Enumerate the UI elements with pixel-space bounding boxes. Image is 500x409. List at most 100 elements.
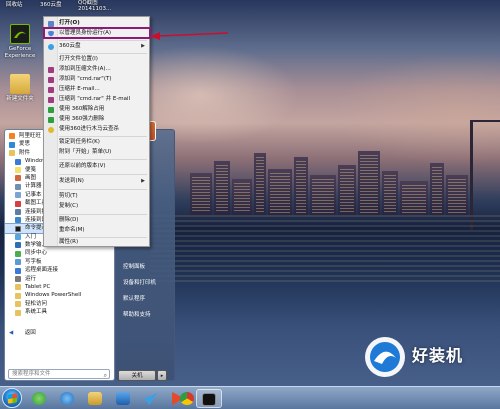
cm-compress-cmd-email[interactable]: 压缩到 "cmd.rar" 并 E-mail — [44, 95, 149, 104]
program-label: 附件 — [19, 149, 31, 156]
cm-360-unlock[interactable]: 使用 360解除占用 — [44, 105, 149, 114]
annotation-arrow-icon — [150, 32, 229, 40]
folder-icon — [9, 150, 15, 157]
program-icon — [15, 200, 21, 207]
taskbar-network[interactable] — [112, 389, 134, 408]
windows-logo-icon — [8, 393, 17, 404]
program-icon — [15, 217, 21, 224]
cm-add-to-cmd-rar[interactable]: 添加到 "cmd.rar"(T) — [44, 75, 149, 84]
start-button[interactable] — [2, 388, 22, 408]
program-icon — [15, 158, 21, 165]
cm-label: 压缩并 E-mail... — [59, 86, 100, 92]
program-item[interactable]: 同步中心 — [5, 249, 114, 257]
cm-360cloud[interactable]: 360云盘 ▶ — [44, 42, 149, 51]
cm-label: 锁定到任务栏(K) — [59, 139, 100, 145]
taskbar-bird-app[interactable] — [140, 389, 162, 408]
program-label: 计算器 — [25, 183, 42, 190]
back-arrow-icon: ◀ — [9, 330, 14, 336]
program-label: 便笺 — [25, 166, 37, 173]
winrar-icon — [48, 86, 54, 93]
program-label: 入门 — [25, 233, 37, 240]
taskbar-explorer[interactable] — [84, 389, 106, 408]
cm-separator — [59, 136, 147, 137]
program-item[interactable]: 轻松访问 — [5, 300, 114, 308]
cm-label: 重命名(M) — [59, 227, 85, 233]
back-label: 返回 — [24, 330, 36, 336]
cm-label: 打开(O) — [59, 20, 80, 26]
program-icon — [15, 175, 21, 182]
program-icon — [15, 259, 21, 266]
search-input[interactable]: 搜索程序和文件 ⌕ — [8, 369, 110, 379]
bridge-silhouette — [470, 120, 500, 230]
cm-360-force-delete[interactable]: 使用 360强力删除 — [44, 115, 149, 124]
cm-cut[interactable]: 剪切(T) — [44, 192, 149, 201]
360-icon — [48, 116, 54, 123]
folder-icon — [88, 392, 102, 405]
cm-pin-to-taskbar[interactable]: 锁定到任务栏(K) — [44, 138, 149, 147]
program-item[interactable]: 写字板 — [5, 258, 114, 266]
folder-icon — [15, 301, 21, 308]
program-item[interactable]: 运行 — [5, 275, 114, 283]
cm-label: 属性(R) — [59, 239, 79, 245]
cm-compress-email[interactable]: 压缩并 E-mail... — [44, 85, 149, 94]
cm-separator — [59, 189, 147, 190]
control-panel-link[interactable]: 控制面板 — [123, 262, 145, 270]
taskbar-chrome[interactable] — [176, 389, 198, 408]
cm-label: 添加到 "cmd.rar"(T) — [59, 76, 112, 82]
shutdown-button[interactable]: 关机 — [118, 370, 156, 381]
desktop-icon-geforce[interactable]: GeForce Experience — [1, 24, 39, 60]
cm-open-file-location[interactable]: 打开文件位置(I) — [44, 55, 149, 64]
help-support-link[interactable]: 帮助和支持 — [123, 310, 151, 318]
default-programs-link[interactable]: 默认程序 — [123, 294, 145, 302]
program-item[interactable]: 远程桌面连接 — [5, 266, 114, 274]
cm-360-cloud-scan[interactable]: 使用360进行木马云查杀 — [44, 125, 149, 134]
folder-icon — [15, 292, 21, 299]
program-label: Tablet PC — [25, 284, 51, 291]
back-button[interactable]: ◀ 返回 — [9, 328, 109, 338]
cm-pin-to-start[interactable]: 附到「开始」菜单(U) — [44, 148, 149, 157]
program-icon — [15, 192, 21, 199]
desktop-label-360cloud[interactable]: 360云盘 — [40, 0, 62, 8]
cm-delete[interactable]: 删除(D) — [44, 216, 149, 225]
devices-printers-link[interactable]: 设备和打印机 — [123, 278, 156, 286]
taskbar-cmd-window[interactable] — [196, 389, 222, 408]
taskbar-ie[interactable] — [56, 389, 78, 408]
program-label: 阿里旺旺 — [19, 133, 42, 139]
desktop-label-qq-screenshot[interactable]: QQ截图20141103... — [78, 0, 111, 12]
cm-restore-previous[interactable]: 还原以前的版本(V) — [44, 162, 149, 171]
run-as-admin-highlight-box — [43, 27, 151, 39]
program-item[interactable]: Windows PowerShell — [5, 291, 114, 299]
chevron-right-icon: ▶ — [141, 178, 145, 184]
program-item[interactable]: Tablet PC — [5, 283, 114, 291]
program-label: 记事本 — [25, 191, 42, 198]
cm-label: 打开文件位置(I) — [59, 56, 98, 62]
cm-label: 剪切(T) — [59, 193, 78, 199]
desktop-label-recycle[interactable]: 回收站 — [6, 0, 23, 8]
cm-add-to-archive[interactable]: 添加到压缩文件(A)... — [44, 65, 149, 74]
cmd-icon — [202, 393, 216, 406]
water-reflection — [150, 215, 500, 285]
program-icon — [15, 183, 21, 190]
context-menu: 打开(O) 以管理员身份运行(A) 360云盘 ▶ 打开文件位置(I) 添加到压缩… — [43, 16, 150, 247]
folder-icon — [10, 74, 30, 94]
desktop-icon-new-folder[interactable]: 新建文件夹 — [1, 74, 39, 103]
cm-label: 发送到(N) — [59, 178, 84, 184]
folder-icon — [15, 309, 21, 316]
ie-icon — [60, 392, 74, 405]
cm-send-to[interactable]: 发送到(N) ▶ — [44, 177, 149, 186]
360-browser-icon — [32, 392, 46, 405]
winrar-icon — [48, 96, 54, 103]
taskbar-360-browser[interactable] — [28, 389, 50, 408]
cm-copy[interactable]: 复制(C) — [44, 202, 149, 211]
cm-label: 使用 360强力删除 — [59, 116, 105, 122]
winrar-icon — [48, 76, 54, 83]
watermark-logo-icon — [365, 337, 405, 377]
program-item[interactable]: 系统工具 — [5, 308, 114, 316]
program-label: 运行 — [25, 275, 37, 282]
360-icon — [48, 106, 54, 113]
shutdown-options-button[interactable]: ▸ — [157, 370, 167, 381]
cm-label: 删除(D) — [59, 217, 79, 223]
cm-rename[interactable]: 重命名(M) — [44, 226, 149, 235]
cloud-icon — [48, 43, 54, 50]
cm-properties[interactable]: 属性(R) — [44, 238, 149, 247]
